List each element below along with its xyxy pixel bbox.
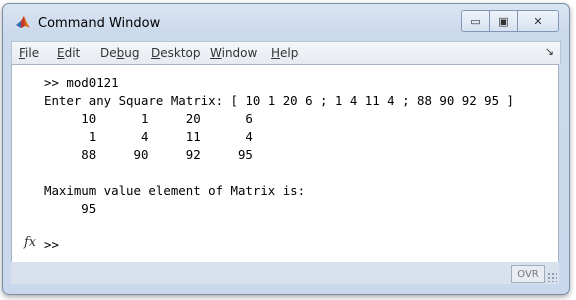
menu-bar: File Edit Debug Desktop Window Help ↘ xyxy=(11,41,561,64)
command-prompt[interactable]: >> xyxy=(44,237,59,252)
console-line: Enter any Square Matrix: [ 10 1 20 6 ; 1… xyxy=(44,93,514,108)
minimize-icon: ▭ xyxy=(470,14,481,28)
menu-edit[interactable]: Edit xyxy=(57,46,80,60)
console-output[interactable]: >> mod0121 Enter any Square Matrix: [ 10… xyxy=(11,64,559,263)
console-line: 88 90 92 95 xyxy=(44,147,253,162)
console-line: >> mod0121 xyxy=(44,75,119,90)
menu-debug[interactable]: Debug xyxy=(100,46,139,60)
status-bar: OVR xyxy=(11,262,559,284)
matlab-logo-icon xyxy=(16,16,30,28)
close-icon: ✕ xyxy=(533,14,543,28)
window-title: Command Window xyxy=(38,16,161,31)
console-line: 10 1 20 6 xyxy=(44,111,253,126)
close-button[interactable]: ✕ xyxy=(518,11,558,31)
window-controls: ▭ ▣ ✕ xyxy=(461,10,559,32)
console-line: 1 4 11 4 xyxy=(44,129,253,144)
console-line: Maximum value element of Matrix is: xyxy=(44,183,306,198)
minimize-button[interactable]: ▭ xyxy=(462,11,490,31)
command-window: Command Window ▭ ▣ ✕ File Edit Debug Des… xyxy=(2,3,570,295)
menu-file[interactable]: File xyxy=(19,46,39,60)
restore-icon: ▣ xyxy=(498,14,509,28)
menu-window[interactable]: Window xyxy=(210,46,257,60)
maximize-button[interactable]: ▣ xyxy=(490,11,518,31)
menu-desktop[interactable]: Desktop xyxy=(151,46,201,60)
resize-grip-icon[interactable] xyxy=(547,272,557,282)
undock-arrow-icon[interactable]: ↘ xyxy=(545,45,554,58)
function-browser-icon[interactable]: fx xyxy=(24,235,36,250)
title-bar[interactable]: Command Window ▭ ▣ ✕ xyxy=(3,4,569,38)
console-line: 95 xyxy=(44,201,97,216)
menu-help[interactable]: Help xyxy=(271,46,298,60)
ovr-indicator: OVR xyxy=(511,265,545,283)
